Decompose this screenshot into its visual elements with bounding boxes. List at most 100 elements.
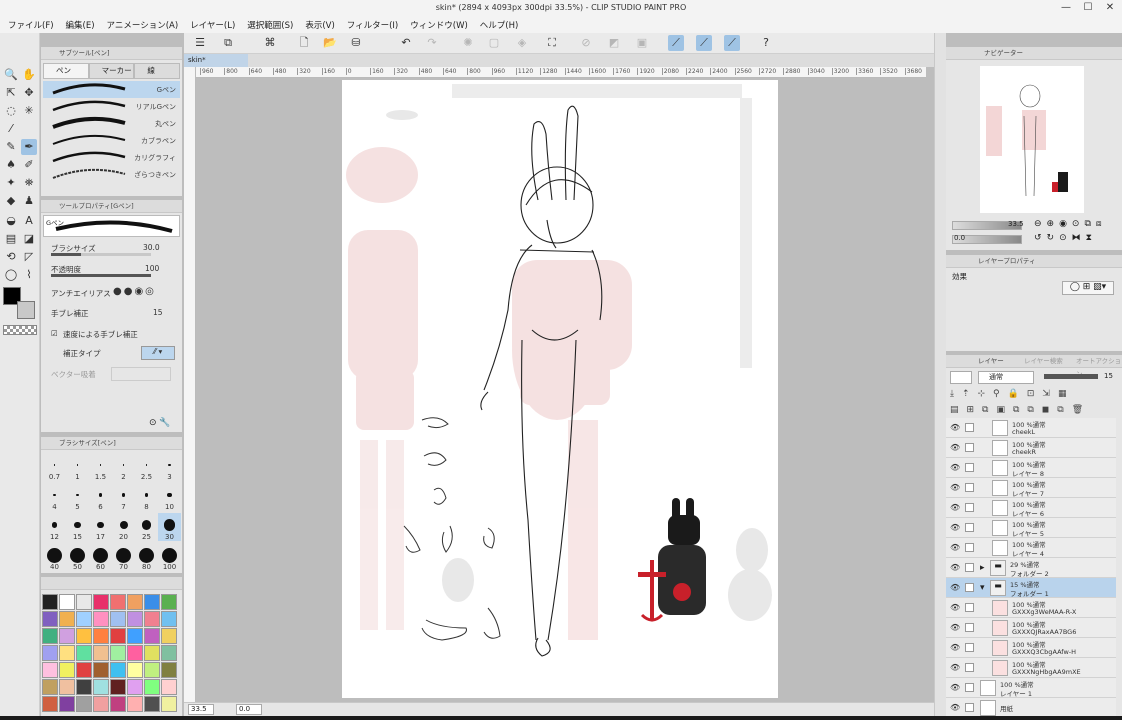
color-swatch[interactable]	[42, 696, 58, 712]
color-swatch[interactable]	[110, 611, 126, 627]
color-swatch[interactable]	[110, 679, 126, 695]
document-tab[interactable]: skin*	[184, 54, 248, 67]
brush-size-option[interactable]: 60	[89, 543, 112, 571]
layer-name[interactable]: レイヤー 8	[1012, 468, 1044, 478]
color-swatch[interactable]	[127, 662, 143, 678]
decoration-icon[interactable]: ✦	[3, 175, 19, 191]
undo-icon[interactable]: ↶	[398, 35, 414, 51]
color-swatch[interactable]	[127, 594, 143, 610]
color-swatch[interactable]	[93, 611, 109, 627]
layer-row[interactable]: 👁 100 %通常 レイヤー 4	[946, 538, 1116, 558]
color-swatch[interactable]	[144, 662, 160, 678]
brush-size-option[interactable]: 70	[112, 543, 135, 571]
brush-size-option[interactable]: 2.5	[135, 453, 158, 481]
eye-icon[interactable]: 👁	[950, 503, 960, 512]
color-swatch[interactable]	[42, 611, 58, 627]
move-layer-icon[interactable]: ✥	[21, 85, 37, 101]
zoom-icon[interactable]: 🔍	[3, 67, 19, 83]
color-swatch[interactable]	[93, 679, 109, 695]
color-square-icon[interactable]	[950, 371, 972, 384]
correct-line-icon[interactable]: ⌇	[21, 267, 37, 283]
brush-size-option[interactable]: 50	[66, 543, 89, 571]
color-swatch[interactable]	[59, 696, 75, 712]
menu-animation[interactable]: アニメーション(A)	[107, 19, 179, 31]
menu-icon[interactable]: ☰	[192, 35, 208, 51]
color-swatch[interactable]	[93, 594, 109, 610]
color-swatch[interactable]	[127, 679, 143, 695]
color-swatch[interactable]	[59, 645, 75, 661]
navigator-zoom-buttons[interactable]: ⊖⊕◉⊙⧉⧈	[1034, 219, 1107, 229]
brush-size-slider[interactable]	[51, 253, 151, 256]
menu-help[interactable]: ヘルプ(H)	[480, 19, 519, 31]
folder-expand-icon[interactable]: ▾	[980, 583, 985, 593]
menu-layer[interactable]: レイヤー(L)	[190, 19, 235, 31]
brush-item[interactable]: カブラペン	[43, 132, 180, 149]
layer-row[interactable]: 👁 100 %通常 レイヤー 5	[946, 518, 1116, 538]
color-swatch[interactable]	[127, 696, 143, 712]
angle-value[interactable]: 0.0	[236, 704, 262, 715]
color-swatch[interactable]	[59, 679, 75, 695]
opacity-slider[interactable]	[51, 274, 151, 277]
color-swatch[interactable]	[127, 611, 143, 627]
layer-lock-checkbox[interactable]	[965, 483, 974, 492]
navigator-thumbnail[interactable]	[980, 66, 1084, 213]
group-tab-line[interactable]: 線	[134, 63, 181, 79]
menu-selection[interactable]: 選択範囲(S)	[247, 19, 293, 31]
layer-name[interactable]: cheekR	[1012, 448, 1036, 456]
group-tab-pen[interactable]: ペン	[43, 63, 89, 79]
layer-row[interactable]: 👁 100 %通常 GXXXg3WeMAA-R-X	[946, 598, 1116, 618]
maximize-button[interactable]: ☐	[1077, 0, 1099, 16]
layer-lock-checkbox[interactable]	[965, 423, 974, 432]
layer-name[interactable]: レイヤー 7	[1012, 488, 1044, 498]
layer-lock-checkbox[interactable]	[965, 583, 974, 592]
settings-icon[interactable]: ⊙ 🔧	[149, 418, 171, 428]
magic-wand-icon[interactable]: ✳	[21, 103, 37, 119]
layer-name[interactable]: GXXXNgHbgAA9mXE	[1012, 668, 1081, 676]
eye-icon[interactable]: 👁	[950, 683, 960, 692]
frame-icon[interactable]: ▤	[3, 231, 19, 247]
eye-icon[interactable]: 👁	[950, 543, 960, 552]
layer-opacity-slider[interactable]	[1044, 374, 1098, 379]
eye-icon[interactable]: 👁	[950, 483, 960, 492]
zoom-value[interactable]: 33.5	[188, 704, 214, 715]
layer-row[interactable]: 👁 100 %通常 GXXXQ3CbgAAfw-H	[946, 638, 1116, 658]
airbrush-icon[interactable]: ✐	[21, 157, 37, 173]
layer-lock-checkbox[interactable]	[965, 543, 974, 552]
color-swatch[interactable]	[161, 696, 177, 712]
color-swatch[interactable]	[144, 645, 160, 661]
tab-auto-action[interactable]: オートアクション	[1064, 355, 1122, 378]
layer-name[interactable]: GXXXQ3CbgAAfw-H	[1012, 648, 1076, 656]
canvas-paper[interactable]	[342, 80, 778, 698]
pencil-icon[interactable]: ✎	[3, 139, 19, 155]
color-swatch[interactable]	[144, 679, 160, 695]
eye-icon[interactable]: 👁	[950, 623, 960, 632]
eye-icon[interactable]: 👁	[950, 523, 960, 532]
layer-name[interactable]: レイヤー 1	[1000, 688, 1032, 698]
layer-tool-row-1[interactable]: ⤓⇡⊹⚲🔒⊡⇲▦	[950, 389, 1120, 403]
layer-name[interactable]: レイヤー 5	[1012, 528, 1044, 538]
color-swatch[interactable]	[93, 628, 109, 644]
menu-window[interactable]: ウィンドウ(W)	[410, 19, 468, 31]
color-swatch[interactable]	[144, 611, 160, 627]
eye-icon[interactable]: 👁	[950, 563, 960, 572]
color-swatch[interactable]	[42, 662, 58, 678]
brush-size-option[interactable]: 1.5	[89, 453, 112, 481]
layer-lock-checkbox[interactable]	[965, 623, 974, 632]
color-swatch[interactable]	[110, 662, 126, 678]
navigator-zoom[interactable]: 33.5	[1008, 220, 1024, 228]
navigator-rotate-buttons[interactable]: ↺↻⊙⧓⧗	[1034, 233, 1097, 243]
color-swatch[interactable]	[76, 696, 92, 712]
folder-expand-icon[interactable]: ▸	[980, 563, 985, 573]
color-swatch[interactable]	[110, 628, 126, 644]
ruler-icon[interactable]: ⟲	[3, 249, 19, 265]
layer-lock-checkbox[interactable]	[965, 603, 974, 612]
effect-buttons[interactable]: ◯ ⊞ ▧▾	[1062, 281, 1114, 295]
brush-size-option[interactable]: 2	[112, 453, 135, 481]
color-swatch[interactable]	[42, 679, 58, 695]
brush-icon[interactable]: ♠	[3, 157, 19, 173]
text-icon[interactable]: A	[21, 213, 37, 229]
snap-grid-icon[interactable]: ⟋	[724, 35, 740, 51]
eyedropper-icon[interactable]: ⁄	[3, 121, 19, 137]
crop-icon[interactable]: ⛶	[544, 35, 560, 51]
color-swatch[interactable]	[161, 594, 177, 610]
